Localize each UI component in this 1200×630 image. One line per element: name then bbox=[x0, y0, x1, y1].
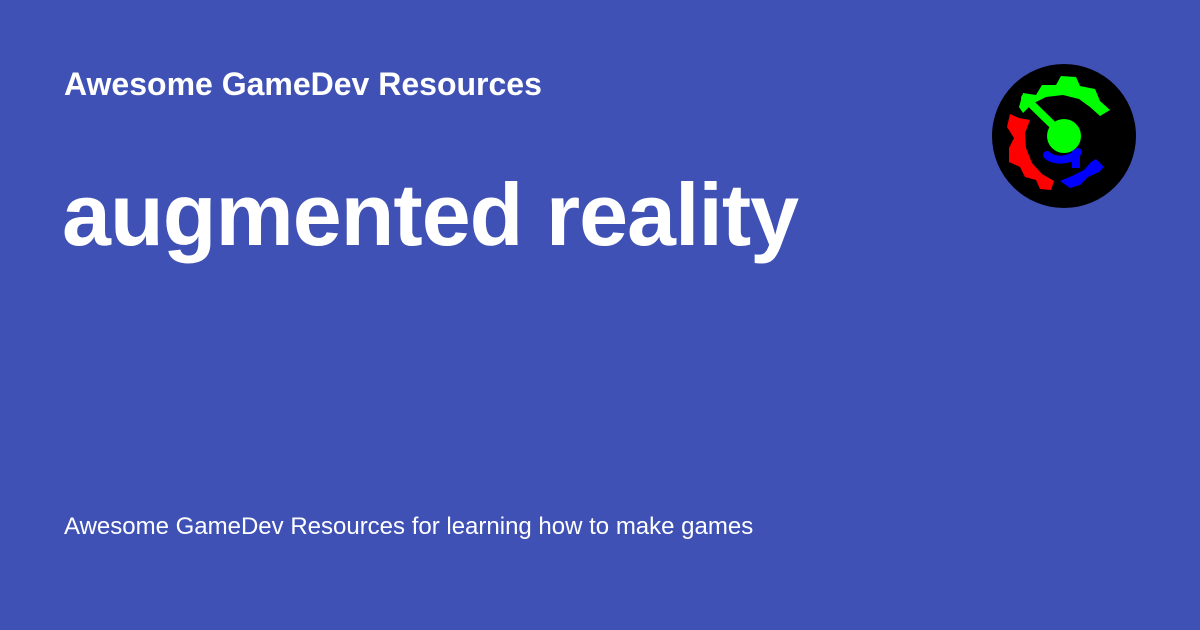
logo-blue-connector bbox=[1072, 150, 1080, 168]
logo-green-center bbox=[1047, 119, 1081, 153]
site-title: Awesome GameDev Resources bbox=[64, 66, 542, 102]
page-title: augmented reality bbox=[62, 165, 799, 264]
social-card: Awesome GameDev Resources augmented real… bbox=[0, 0, 1200, 630]
gear-gamedev-logo-icon bbox=[992, 64, 1136, 208]
page-description: Awesome GameDev Resources for learning h… bbox=[64, 513, 754, 540]
